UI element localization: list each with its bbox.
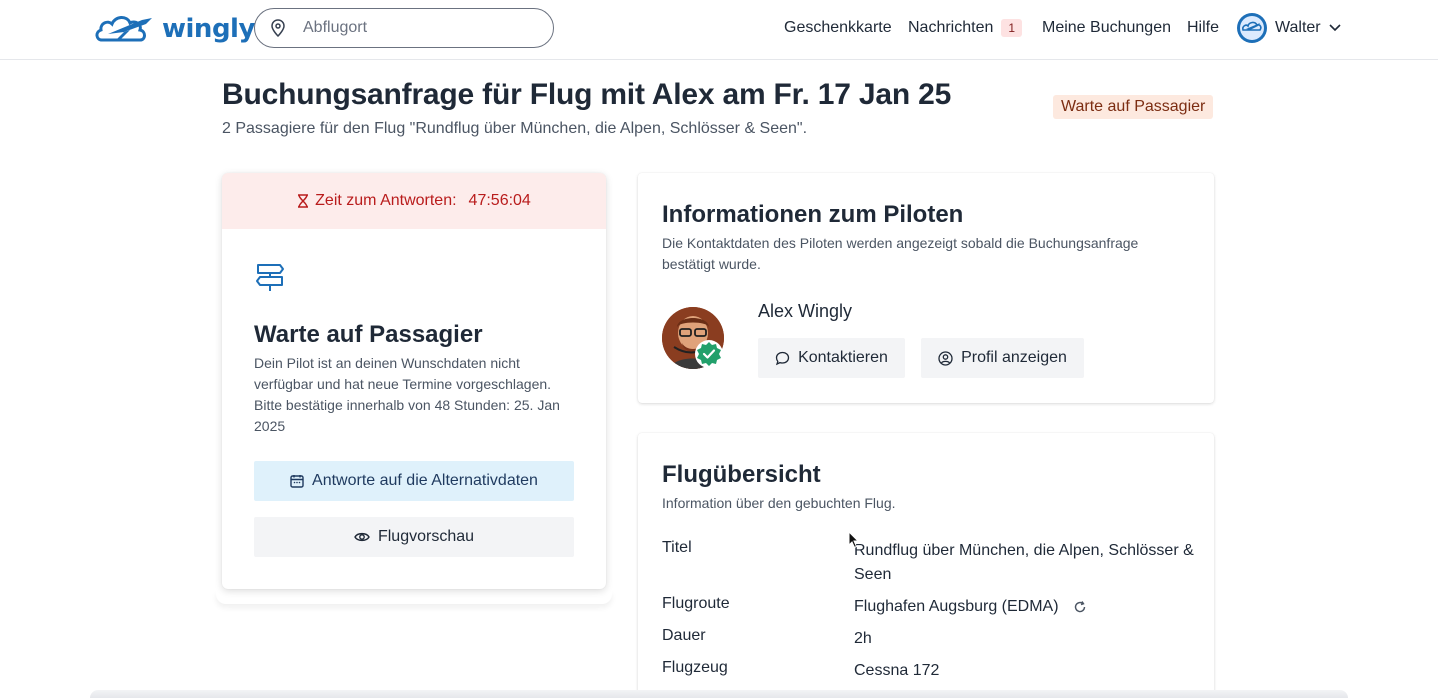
route-text: Flughafen Augsburg (EDMA) bbox=[854, 598, 1059, 615]
pilot-name: Alex Wingly bbox=[758, 301, 853, 321]
booking-status-card: Zeit zum Antworten: 47:56:04 Warte auf P… bbox=[222, 173, 606, 589]
avatar bbox=[1237, 13, 1267, 43]
nav-help[interactable]: Hilfe bbox=[1187, 0, 1219, 56]
wingly-avatar-icon bbox=[1240, 16, 1264, 40]
logo-text: wingly bbox=[162, 14, 255, 44]
top-header: wingly Geschenkkarte Nachrichten 1 Meine… bbox=[0, 0, 1438, 60]
nav-my-bookings-label: Meine Buchungen bbox=[1042, 19, 1171, 36]
pilot-card-description: Die Kontaktdaten des Piloten werden ange… bbox=[662, 235, 1139, 272]
status-description: Dein Pilot ist an deinen Wunschdaten nic… bbox=[254, 355, 560, 434]
verified-badge-icon bbox=[695, 340, 723, 368]
user-circle-icon bbox=[938, 350, 953, 366]
flight-preview-button[interactable]: Flugvorschau bbox=[254, 517, 574, 557]
contact-pilot-label: Kontaktieren bbox=[798, 349, 888, 366]
nav-messages[interactable]: Nachrichten 1 bbox=[908, 0, 1023, 56]
nav-gift-card[interactable]: Geschenkkarte bbox=[784, 0, 892, 56]
calendar-icon bbox=[290, 475, 304, 488]
card-shadow bbox=[216, 590, 612, 604]
view-profile-button[interactable]: Profil anzeigen bbox=[921, 338, 1084, 378]
page-title: Buchungsanfrage für Flug mit Alex am Fr.… bbox=[222, 78, 952, 111]
status-title: Warte auf Passagier bbox=[254, 321, 483, 348]
info-value: Cessna 172 bbox=[854, 662, 940, 679]
page-subtitle: 2 Passagiere für den Flug "Rundflug über… bbox=[222, 120, 808, 137]
pilot-info-card: Informationen zum Piloten Die Kontaktdat… bbox=[638, 173, 1214, 403]
answer-alternative-dates-button[interactable]: Antworte auf die Alternativdaten bbox=[254, 461, 574, 501]
eye-icon bbox=[354, 532, 370, 542]
nav-gift-card-label: Geschenkkarte bbox=[784, 19, 892, 36]
pilot-card-title: Informationen zum Piloten bbox=[662, 201, 964, 228]
timer-label: Zeit zum Antworten: bbox=[315, 192, 457, 209]
flight-preview-label: Flugvorschau bbox=[377, 528, 475, 545]
nav-messages-label: Nachrichten bbox=[908, 19, 994, 36]
flight-card-title: Flugübersicht bbox=[662, 461, 821, 488]
response-timer: Zeit zum Antworten: 47:56:04 bbox=[222, 173, 606, 229]
info-label: Flugzeug bbox=[662, 659, 728, 676]
nav-help-label: Hilfe bbox=[1187, 19, 1220, 36]
chat-bubble-icon bbox=[775, 351, 790, 365]
info-label: Titel bbox=[662, 539, 692, 556]
flight-overview-card: Flugübersicht Information über den gebuc… bbox=[638, 433, 1214, 698]
user-menu[interactable]: Walter bbox=[1237, 0, 1341, 56]
page-bottom-edge bbox=[90, 690, 1348, 698]
departure-search[interactable] bbox=[254, 8, 554, 48]
airplane-cloud-icon bbox=[95, 16, 152, 42]
info-label: Dauer bbox=[662, 627, 706, 644]
hourglass-icon bbox=[298, 194, 309, 208]
refresh-icon[interactable] bbox=[1073, 600, 1087, 614]
signpost-icon bbox=[256, 264, 284, 291]
info-value: Rundflug über München, die Alpen, Schlös… bbox=[854, 542, 1194, 583]
view-profile-label: Profil anzeigen bbox=[961, 349, 1067, 366]
nav-my-bookings[interactable]: Meine Buchungen bbox=[1042, 0, 1171, 56]
flight-card-description: Information über den gebuchten Flug. bbox=[662, 495, 896, 511]
departure-search-input[interactable] bbox=[303, 19, 523, 37]
map-pin-icon bbox=[271, 19, 285, 37]
wingly-logo[interactable]: wingly bbox=[94, 10, 255, 48]
info-value: 2h bbox=[854, 630, 872, 647]
timer-value: 47:56:04 bbox=[468, 192, 531, 209]
user-name: Walter bbox=[1275, 19, 1321, 36]
messages-count-badge: 1 bbox=[1001, 19, 1023, 37]
answer-alternative-dates-label: Antworte auf die Alternativdaten bbox=[312, 472, 538, 489]
chevron-down-icon bbox=[1329, 24, 1341, 32]
mouse-cursor-icon bbox=[848, 531, 860, 549]
contact-pilot-button[interactable]: Kontaktieren bbox=[758, 338, 905, 378]
info-value-route: Flughafen Augsburg (EDMA) bbox=[854, 595, 1194, 619]
status-badge: Warte auf Passagier bbox=[1053, 95, 1214, 119]
info-label: Flugroute bbox=[662, 595, 730, 612]
